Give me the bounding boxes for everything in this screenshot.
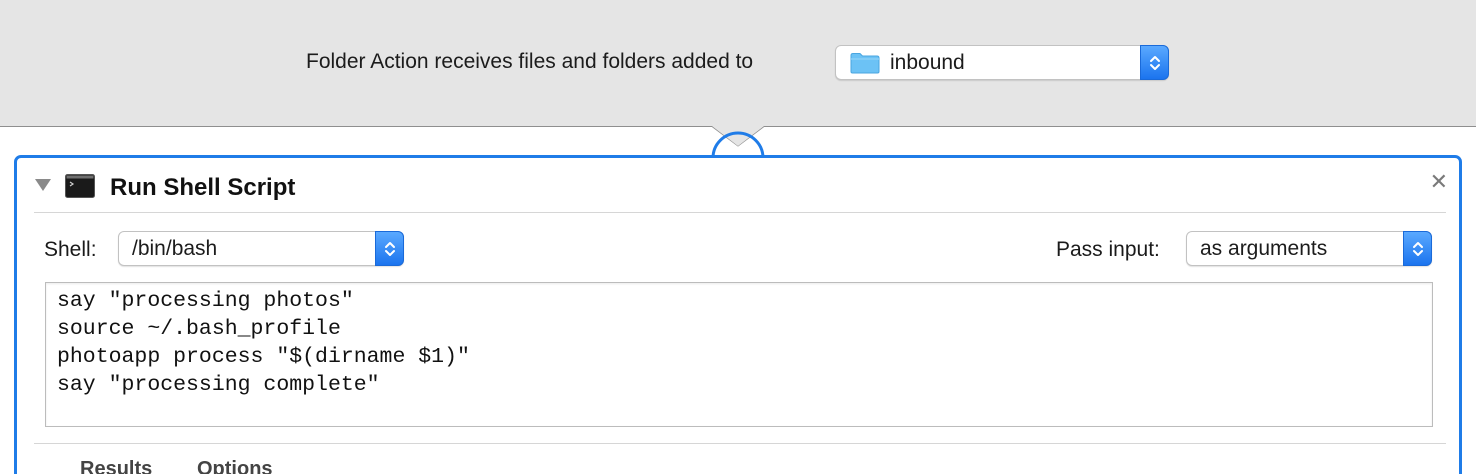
shell-popup-value: /bin/bash (132, 237, 218, 260)
pass-input-popup-value: as arguments (1200, 237, 1328, 260)
folder-popup-value: inbound (890, 51, 965, 74)
action-title: Run Shell Script (110, 174, 296, 201)
disclosure-triangle-icon[interactable] (34, 178, 52, 197)
pass-input-popup-stepper[interactable] (1403, 231, 1432, 266)
tab-results[interactable]: Results (80, 458, 152, 474)
script-line: photoapp process "$(dirname $1)" (57, 345, 470, 369)
script-line: source ~/.bash_profile (57, 317, 341, 341)
script-line: say "processing photos" (57, 289, 354, 313)
footer-divider (34, 443, 1446, 444)
terminal-icon (65, 174, 95, 203)
pass-input-label: Pass input: (1056, 238, 1160, 261)
workflow-header: Folder Action receives files and folders… (0, 0, 1476, 127)
shell-label: Shell: (44, 238, 97, 261)
shell-popup[interactable]: /bin/bash (118, 231, 404, 266)
run-shell-script-action[interactable]: Run Shell Script ✕ Shell: /bin/bash Pass… (14, 155, 1462, 474)
script-editor[interactable]: say "processing photos" source ~/.bash_p… (45, 282, 1433, 427)
folder-icon (850, 52, 880, 79)
pass-input-popup[interactable]: as arguments (1186, 231, 1432, 266)
tab-options[interactable]: Options (197, 458, 273, 474)
shell-popup-stepper[interactable] (375, 231, 404, 266)
action-header: Run Shell Script ✕ (34, 158, 1448, 213)
folder-popup[interactable]: inbound (835, 45, 1169, 80)
close-icon[interactable]: ✕ (1430, 171, 1448, 193)
folder-popup-stepper[interactable] (1140, 45, 1169, 80)
receives-label: Folder Action receives files and folders… (306, 50, 754, 73)
script-line: say "processing complete" (57, 373, 380, 397)
